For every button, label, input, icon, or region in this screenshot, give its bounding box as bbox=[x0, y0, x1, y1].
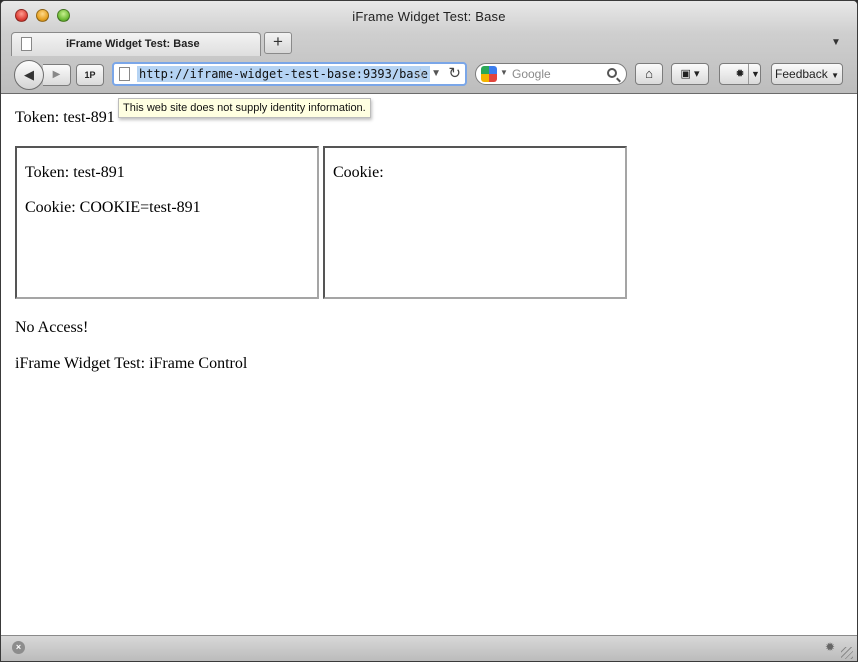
identity-tooltip: This web site does not supply identity i… bbox=[118, 98, 371, 118]
addon-button[interactable]: ✹ ▼ bbox=[719, 63, 761, 85]
iframe-token-text: Token: test-891 bbox=[25, 164, 125, 181]
token-text: Token: test-891 bbox=[15, 109, 115, 126]
chevron-down-icon[interactable]: ▼ bbox=[751, 64, 760, 84]
search-bar[interactable]: ▼ Google bbox=[475, 63, 627, 85]
bookmarks-icon: ▣ ▾ bbox=[680, 68, 700, 80]
page-icon bbox=[21, 37, 32, 51]
tab-title: iFrame Widget Test: Base bbox=[66, 38, 200, 50]
chevron-down-icon: ▼ bbox=[831, 71, 839, 80]
addon-icon[interactable]: ✹ bbox=[825, 640, 835, 654]
window-title: iFrame Widget Test: Base bbox=[352, 9, 506, 24]
iframe-cookie-text: Cookie: bbox=[333, 164, 384, 181]
status-bar: × ✹ bbox=[1, 635, 857, 661]
iframe-control-title: iFrame Widget Test: iFrame Control bbox=[15, 355, 248, 372]
iframe-right[interactable]: Cookie: bbox=[323, 146, 627, 299]
feedback-label: Feedback bbox=[775, 67, 828, 81]
title-bar: iFrame Widget Test: Base bbox=[1, 1, 857, 29]
resize-grip-icon[interactable] bbox=[841, 647, 853, 659]
addon-icon: ✹ bbox=[735, 68, 745, 80]
site-identity-icon[interactable] bbox=[119, 67, 130, 81]
reload-icon[interactable]: ↻ bbox=[448, 64, 461, 82]
star-icon[interactable]: ☆ bbox=[414, 65, 427, 83]
forward-button[interactable]: ▶ bbox=[43, 64, 71, 86]
browser-window: iFrame Widget Test: Base iFrame Widget T… bbox=[0, 0, 858, 662]
divider bbox=[748, 64, 749, 84]
no-access-text: No Access! bbox=[15, 319, 89, 336]
onepassword-button[interactable]: 1P bbox=[76, 64, 104, 86]
bookmarks-button[interactable]: ▣ ▾ bbox=[671, 63, 709, 85]
search-icon[interactable] bbox=[607, 68, 617, 78]
url-input[interactable]: http://iframe-widget-test-base:9393/base bbox=[137, 66, 430, 82]
tab-strip: iFrame Widget Test: Base + ▼ bbox=[1, 29, 857, 56]
iframe-left[interactable]: Token: test-891 Cookie: COOKIE=test-891 bbox=[15, 146, 319, 299]
home-icon: ⌂ bbox=[645, 66, 653, 81]
back-arrow-icon: ◀ bbox=[24, 67, 34, 82]
back-button[interactable]: ◀ bbox=[14, 60, 44, 90]
url-bar[interactable]: http://iframe-widget-test-base:9393/base… bbox=[112, 62, 467, 86]
google-icon[interactable] bbox=[481, 66, 497, 82]
home-button[interactable]: ⌂ bbox=[635, 63, 663, 85]
new-tab-button[interactable]: + bbox=[264, 32, 292, 54]
search-input[interactable]: Google bbox=[512, 67, 551, 81]
tab-active[interactable]: iFrame Widget Test: Base bbox=[11, 32, 261, 56]
engine-dropdown-icon[interactable]: ▼ bbox=[500, 68, 508, 77]
browser-chrome: iFrame Widget Test: Base iFrame Widget T… bbox=[1, 1, 857, 94]
list-all-tabs-icon[interactable]: ▼ bbox=[829, 37, 843, 48]
iframe-cookie-text: Cookie: COOKIE=test-891 bbox=[25, 199, 201, 216]
navigation-toolbar: ▶ ◀ 1P http://iframe-widget-test-base:93… bbox=[1, 55, 857, 94]
forward-arrow-icon: ▶ bbox=[52, 69, 61, 80]
page-content: Token: test-891 Token: test-891 Cookie: … bbox=[1, 94, 857, 635]
history-dropdown-icon[interactable]: ▼ bbox=[431, 68, 441, 79]
feedback-button[interactable]: Feedback ▼ bbox=[771, 63, 843, 85]
stop-icon[interactable]: × bbox=[12, 641, 25, 654]
